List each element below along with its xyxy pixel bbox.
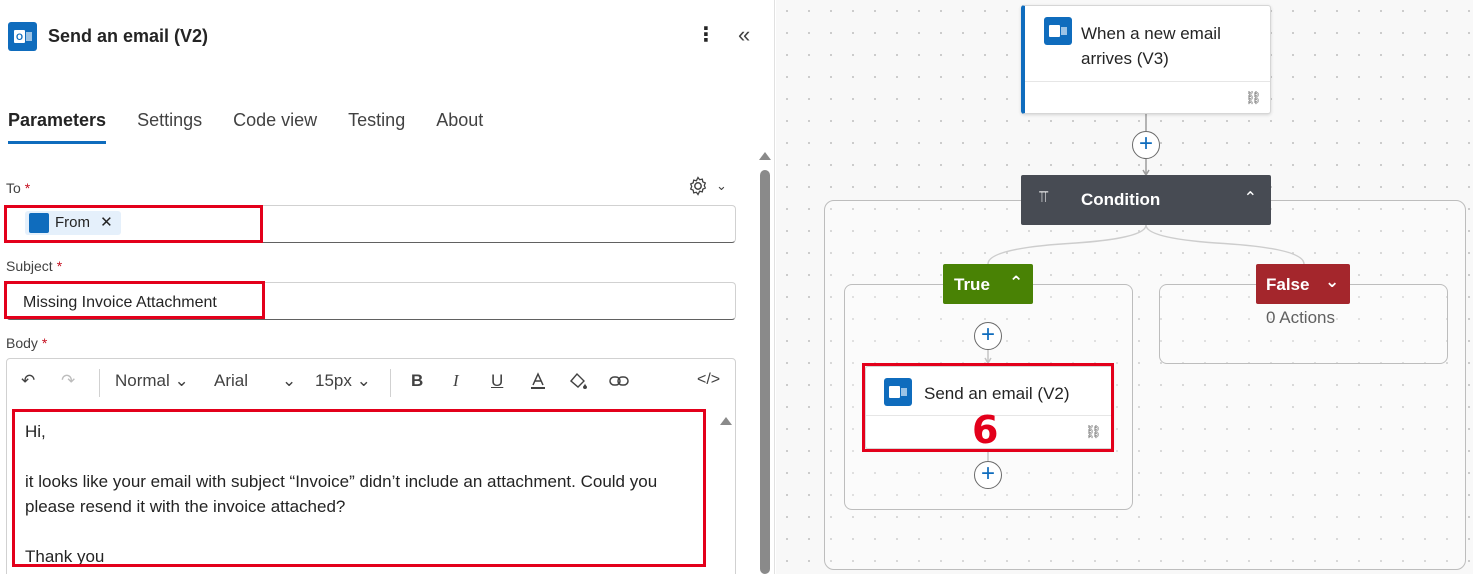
trigger-title: When a new email arrives (V3) bbox=[1081, 24, 1221, 68]
to-field[interactable]: From ✕ bbox=[6, 205, 736, 243]
action-title: Send an email (V2) bbox=[924, 384, 1070, 403]
to-label: To * bbox=[6, 180, 30, 196]
link-icon[interactable]: ⛓ bbox=[1245, 90, 1262, 106]
step-number: 6 bbox=[972, 408, 999, 452]
body-line: Thank you bbox=[25, 547, 105, 566]
remove-token-icon[interactable]: ✕ bbox=[100, 214, 113, 231]
chevron-down-icon[interactable]: ⌄ bbox=[716, 178, 727, 194]
highlight-color-icon[interactable] bbox=[567, 371, 589, 396]
chevron-up-icon[interactable]: ⌃ bbox=[1009, 273, 1023, 293]
toolbar-divider bbox=[99, 369, 100, 397]
font-dropdown[interactable]: Arial ⌄ bbox=[214, 371, 304, 391]
false-branch-label[interactable]: False ⌄ bbox=[1256, 264, 1350, 304]
outlook-icon bbox=[29, 213, 49, 233]
underline-icon[interactable]: U bbox=[491, 371, 503, 391]
from-token[interactable]: From ✕ bbox=[25, 211, 121, 235]
subject-label-text: Subject bbox=[6, 258, 53, 274]
editor-toolbar: ↶ ↷ Normal ⌄ Arial ⌄ 15px ⌄ B I U </> bbox=[7, 359, 735, 407]
tab-code-view[interactable]: Code view bbox=[233, 108, 317, 144]
link-icon[interactable]: ⛓ bbox=[1085, 424, 1102, 440]
true-branch-label[interactable]: True ⌃ bbox=[943, 264, 1033, 304]
to-label-text: To bbox=[6, 180, 21, 196]
size-dropdown[interactable]: 15px ⌄ bbox=[315, 371, 371, 391]
outlook-icon bbox=[884, 378, 912, 406]
body-line bbox=[25, 444, 705, 469]
chevron-down-icon: ⌄ bbox=[356, 371, 371, 390]
scroll-up-arrow-icon[interactable] bbox=[759, 152, 771, 160]
tab-about[interactable]: About bbox=[436, 108, 483, 144]
code-view-icon[interactable]: </> bbox=[697, 371, 720, 389]
required-mark: * bbox=[41, 335, 48, 351]
add-step-button[interactable]: + bbox=[974, 322, 1002, 350]
false-label-text: False bbox=[1266, 275, 1310, 294]
svg-text:O: O bbox=[16, 32, 23, 42]
scroll-up-arrow-icon[interactable] bbox=[720, 417, 732, 425]
add-step-button[interactable]: + bbox=[974, 461, 1002, 489]
body-line: it looks like your email with subject “I… bbox=[25, 472, 658, 516]
redo-icon[interactable]: ↷ bbox=[61, 371, 75, 391]
tab-parameters[interactable]: Parameters bbox=[8, 108, 107, 144]
format-dropdown[interactable]: Normal ⌄ bbox=[115, 371, 189, 391]
body-label: Body * bbox=[6, 335, 47, 351]
panel-title: Send an email (V2) bbox=[48, 26, 209, 46]
email-body[interactable]: Hi, it looks like your email with subjec… bbox=[25, 419, 705, 569]
font-value: Arial bbox=[214, 371, 249, 390]
condition-card[interactable]: ⫪ Condition ⌃ bbox=[1021, 175, 1271, 225]
undo-icon[interactable]: ↶ bbox=[21, 371, 35, 391]
size-value: 15px bbox=[315, 371, 352, 390]
action-details-panel: O Send an email (V2) ⋮ « Parameters Sett… bbox=[0, 0, 775, 574]
chevron-down-icon: ⌄ bbox=[282, 371, 297, 390]
more-options-icon[interactable]: ⋮ bbox=[696, 24, 716, 48]
true-label-text: True bbox=[954, 275, 990, 294]
tab-settings[interactable]: Settings bbox=[137, 108, 202, 144]
chevron-up-icon[interactable]: ⌃ bbox=[1244, 188, 1257, 208]
collapse-panel-icon[interactable]: « bbox=[738, 24, 758, 48]
bold-icon[interactable]: B bbox=[411, 371, 423, 391]
token-label: From bbox=[55, 214, 90, 231]
toolbar-divider bbox=[390, 369, 391, 397]
body-line: Hi, bbox=[25, 422, 46, 441]
condition-title: Condition bbox=[1081, 190, 1161, 209]
card-divider bbox=[1025, 81, 1270, 82]
chevron-down-icon: ⌄ bbox=[174, 371, 189, 390]
italic-icon[interactable]: I bbox=[453, 371, 459, 391]
condition-icon: ⫪ bbox=[1039, 189, 1049, 206]
tab-testing[interactable]: Testing bbox=[348, 108, 405, 144]
required-mark: * bbox=[56, 258, 63, 274]
gear-icon[interactable] bbox=[686, 174, 710, 198]
chevron-down-icon[interactable]: ⌄ bbox=[1325, 272, 1339, 292]
trigger-card[interactable]: When a new email arrives (V3) ⛓ bbox=[1021, 5, 1271, 114]
font-color-icon[interactable] bbox=[528, 371, 548, 396]
body-label-text: Body bbox=[6, 335, 38, 351]
subject-value: Missing Invoice Attachment bbox=[23, 294, 217, 311]
body-line bbox=[25, 519, 705, 544]
add-step-button[interactable]: + bbox=[1132, 131, 1160, 159]
flow-designer-canvas[interactable]: When a new email arrives (V3) ⛓ + ⫪ Cond… bbox=[776, 0, 1473, 574]
outlook-icon bbox=[1044, 17, 1072, 45]
subject-input[interactable]: Missing Invoice Attachment bbox=[6, 282, 736, 320]
format-value: Normal bbox=[115, 371, 170, 390]
subject-label: Subject * bbox=[6, 258, 62, 274]
empty-branch-text: 0 Actions bbox=[1266, 308, 1335, 327]
panel-scrollbar[interactable] bbox=[760, 170, 770, 574]
body-editor[interactable]: ↶ ↷ Normal ⌄ Arial ⌄ 15px ⌄ B I U </> Hi, bbox=[6, 358, 736, 574]
link-icon[interactable] bbox=[608, 371, 630, 396]
panel-tabs: Parameters Settings Code view Testing Ab… bbox=[8, 108, 483, 148]
outlook-icon: O bbox=[8, 22, 37, 51]
required-mark: * bbox=[24, 180, 31, 196]
